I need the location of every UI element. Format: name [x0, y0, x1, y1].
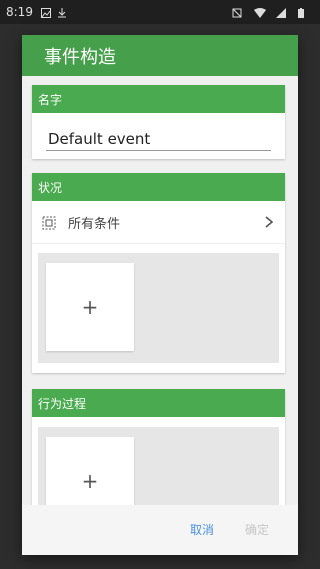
condition-section-card: 状况 所有条件 + — [32, 173, 285, 373]
wifi-icon — [254, 7, 266, 18]
confirm-button[interactable]: 确定 — [245, 521, 269, 538]
dialog-actions: 取消 确定 — [22, 505, 298, 555]
action-list-area: + — [38, 427, 279, 505]
event-builder-dialog: 事件构造 名字 Default event 状况 所有条件 + 行为过程 + 取… — [22, 35, 298, 555]
name-section-card: 名字 Default event — [32, 85, 285, 159]
event-name-input[interactable]: Default event — [46, 127, 271, 151]
no-sim-icon — [232, 7, 242, 18]
cancel-button[interactable]: 取消 — [190, 521, 214, 538]
dialog-title: 事件构造 — [44, 46, 116, 68]
plus-icon: + — [81, 469, 99, 493]
condition-type-row[interactable]: 所有条件 — [32, 201, 285, 244]
name-section-title: 名字 — [32, 85, 285, 113]
select-all-icon — [42, 215, 56, 230]
status-time: 8:19 — [6, 5, 33, 19]
dialog-body[interactable]: 名字 Default event 状况 所有条件 + 行为过程 + — [22, 76, 298, 505]
signal-icon — [276, 7, 286, 18]
image-notification-icon — [40, 7, 51, 18]
add-condition-button[interactable]: + — [46, 263, 134, 351]
dialog-header: 事件构造 — [22, 35, 298, 76]
plus-icon: + — [81, 295, 99, 319]
condition-list-area: + — [38, 253, 279, 363]
condition-type-label: 所有条件 — [68, 216, 121, 232]
action-section-card: 行为过程 + — [32, 389, 285, 505]
download-notification-icon — [57, 7, 67, 18]
status-bar: 8:19 — [0, 0, 320, 24]
add-action-button[interactable]: + — [46, 437, 134, 505]
chevron-right-icon — [263, 214, 275, 228]
action-section-title: 行为过程 — [32, 389, 285, 417]
condition-section-title: 状况 — [32, 173, 285, 201]
battery-icon — [298, 7, 308, 18]
